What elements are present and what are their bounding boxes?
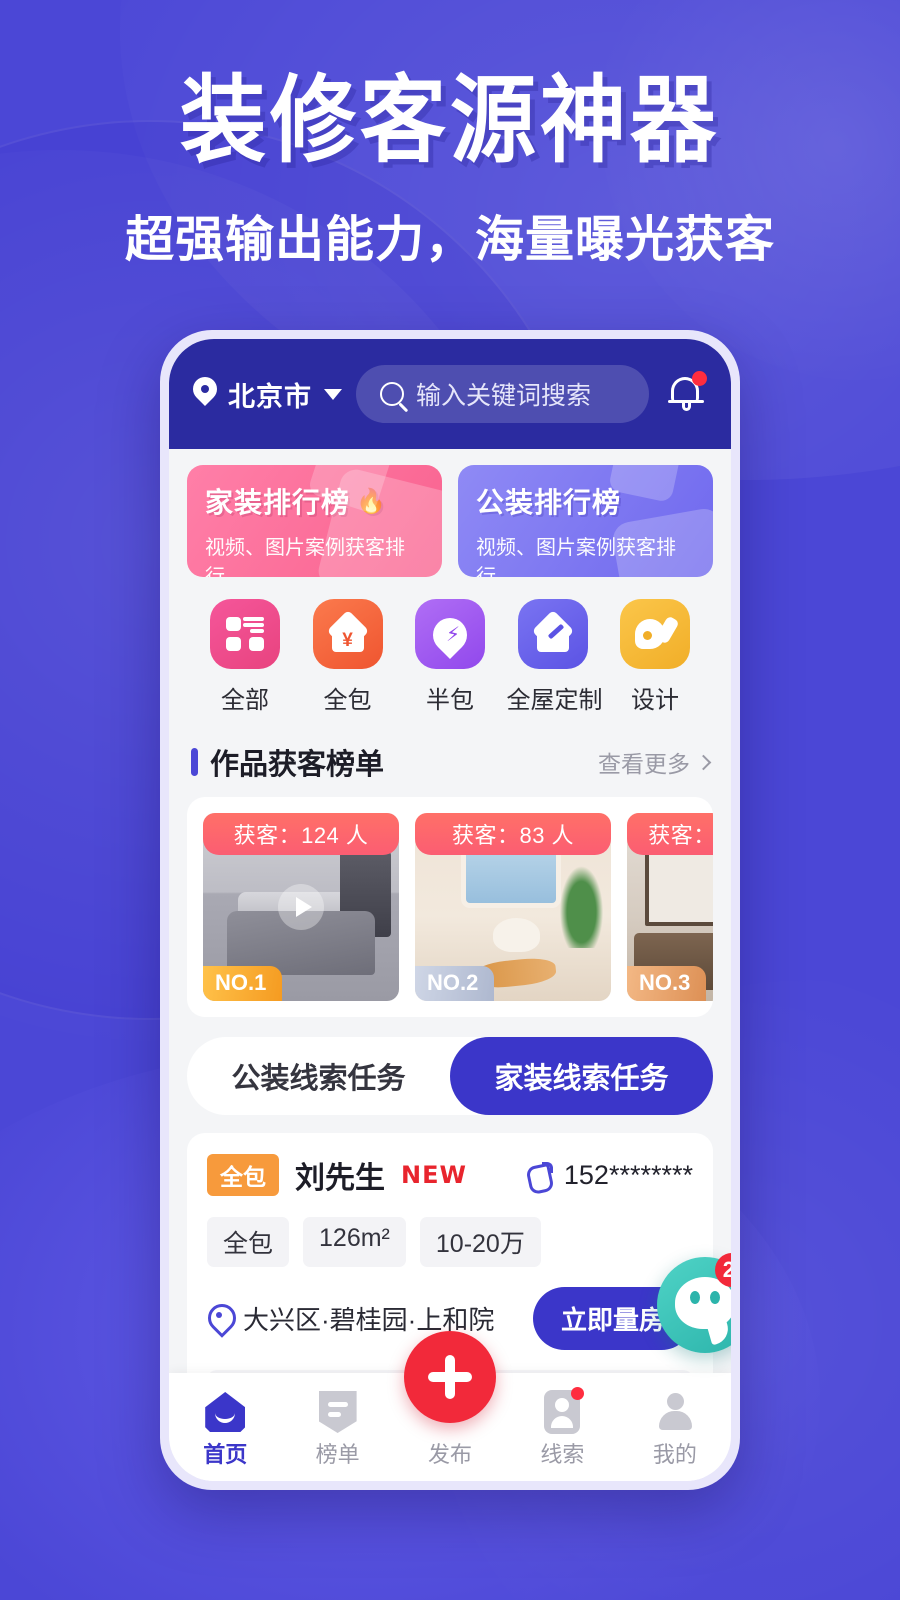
nav-label: 发布 bbox=[428, 1442, 473, 1467]
category-row: 全部 ¥ 全包 ⚡ 半包 全屋定制 设计 bbox=[169, 577, 731, 715]
rank-section-title: 作品获客榜单 bbox=[210, 749, 385, 781]
app-screen: 北京市 输入关键词搜索 家装排行榜 🔥 视频、图片案例获客排行 公装排行榜 视频… bbox=[169, 339, 731, 1481]
category-full-package[interactable]: ¥ 全包 bbox=[302, 599, 394, 715]
hero-subtitle: 超强输出能力，海量曝光获客 bbox=[124, 212, 775, 267]
location-pin-icon bbox=[207, 1304, 232, 1334]
banner-title: 公装排行榜 bbox=[476, 486, 622, 519]
rank-leads-badge: 获客： bbox=[627, 813, 713, 855]
nav-item-home[interactable]: 首页 bbox=[169, 1389, 281, 1469]
lead-phone[interactable]: 152******** bbox=[525, 1160, 693, 1191]
lead-chip: 10-20万 bbox=[419, 1217, 541, 1267]
new-badge: NEW bbox=[401, 1161, 467, 1189]
package-badge: 全包 bbox=[207, 1154, 279, 1196]
plus-icon bbox=[428, 1355, 472, 1399]
category-whole-house-custom[interactable]: 全屋定制 bbox=[506, 599, 603, 715]
rank-card[interactable]: 获客：124 人 NO.1 bbox=[203, 813, 399, 1001]
banner-subtitle: 视频、图片案例获客排行 bbox=[476, 537, 676, 577]
tab-home-leads[interactable]: 家装线索任务 bbox=[450, 1037, 713, 1115]
rank-number-badge: NO.2 bbox=[415, 966, 495, 1001]
category-label: 半包 bbox=[426, 687, 474, 714]
notification-badge-dot bbox=[692, 371, 707, 386]
app-header: 北京市 输入关键词搜索 bbox=[169, 339, 731, 449]
user-icon bbox=[656, 1391, 694, 1433]
app-content: 家装排行榜🔥 视频、图片案例获客排行 公装排行榜 视频、图片案例获客排行 全部 bbox=[169, 449, 731, 1481]
chat-bubble-icon bbox=[675, 1277, 731, 1329]
banner-row: 家装排行榜 🔥 视频、图片案例获客排行 公装排行榜 视频、图片案例获客排行 bbox=[169, 449, 731, 577]
location-selector[interactable]: 北京市 bbox=[191, 375, 342, 414]
nav-label: 我的 bbox=[652, 1442, 697, 1467]
house-pencil-icon bbox=[517, 599, 588, 669]
nav-label: 首页 bbox=[203, 1442, 248, 1467]
lead-name: 刘先生 bbox=[295, 1162, 385, 1195]
hero-title: 装修客源神器 bbox=[180, 65, 720, 176]
location-label: 北京市 bbox=[228, 381, 312, 412]
publish-fab-button[interactable] bbox=[404, 1331, 496, 1423]
lead-phone-number: 152******** bbox=[563, 1159, 693, 1190]
category-half-package[interactable]: ⚡ 半包 bbox=[404, 599, 496, 715]
banner-home-decoration-ranking[interactable]: 家装排行榜 🔥 视频、图片案例获客排行 bbox=[187, 465, 442, 577]
grid-icon bbox=[210, 599, 280, 669]
rank-number-badge: NO.1 bbox=[203, 966, 283, 1001]
search-input[interactable]: 输入关键词搜索 bbox=[356, 365, 649, 423]
lead-chip: 126m² bbox=[303, 1217, 406, 1267]
nav-item-leads[interactable]: 线索 bbox=[506, 1387, 618, 1469]
nav-item-profile[interactable]: 我的 bbox=[619, 1389, 731, 1469]
contact-card-icon bbox=[544, 1387, 585, 1434]
nav-label: 线索 bbox=[540, 1442, 585, 1467]
chevron-right-icon bbox=[695, 754, 712, 770]
rank-card[interactable]: 获客： NO.3 bbox=[627, 813, 713, 1001]
category-all[interactable]: 全部 bbox=[199, 599, 291, 715]
location-pin-icon bbox=[191, 377, 219, 411]
category-label: 设计 bbox=[631, 687, 679, 714]
search-icon bbox=[380, 382, 404, 406]
lead-card-header: 全包 刘先生 NEW 152******** bbox=[207, 1153, 693, 1197]
tab-commercial-leads[interactable]: 公装线索任务 bbox=[187, 1037, 450, 1115]
design-brush-icon bbox=[620, 599, 690, 669]
view-more-label: 查看更多 bbox=[598, 751, 690, 777]
droplet-bolt-icon: ⚡ bbox=[415, 599, 485, 669]
view-more-link[interactable]: 查看更多 bbox=[598, 745, 712, 779]
section-accent-bar bbox=[191, 748, 198, 776]
rank-leads-badge: 获客：83 人 bbox=[415, 813, 611, 855]
lead-chip: 全包 bbox=[207, 1217, 290, 1267]
lead-chip-row: 全包 126m² 10-20万 bbox=[207, 1217, 693, 1267]
banner-commercial-decoration-ranking[interactable]: 公装排行榜 视频、图片案例获客排行 bbox=[458, 465, 713, 577]
category-label: 全包 bbox=[323, 687, 372, 714]
category-label: 全部 bbox=[221, 687, 269, 714]
search-placeholder: 输入关键词搜索 bbox=[416, 382, 592, 410]
hero-section: 装修客源神器 超强输出能力，海量曝光获客 bbox=[0, 0, 900, 271]
nav-label: 榜单 bbox=[315, 1442, 360, 1467]
rank-leads-badge: 获客：124 人 bbox=[203, 813, 399, 855]
leads-badge-dot bbox=[571, 1387, 585, 1400]
notification-button[interactable] bbox=[663, 371, 709, 417]
chevron-down-icon bbox=[324, 388, 342, 400]
rank-number-badge: NO.3 bbox=[627, 966, 707, 1001]
rank-card[interactable]: 获客：83 人 NO.2 bbox=[415, 813, 611, 1001]
category-label: 全屋定制 bbox=[506, 687, 603, 714]
category-design[interactable]: 设计 bbox=[609, 599, 701, 715]
rank-section-header: 作品获客榜单 查看更多 bbox=[169, 715, 731, 783]
play-icon[interactable] bbox=[278, 884, 324, 930]
rank-card-list: 获客：124 人 NO.1 获客：83 人 NO.2 获客： NO.3 bbox=[187, 797, 713, 1017]
ranking-icon bbox=[318, 1391, 357, 1433]
house-yuan-icon: ¥ bbox=[312, 599, 383, 669]
phone-icon bbox=[525, 1161, 553, 1189]
phone-mockup: 北京市 输入关键词搜索 家装排行榜 🔥 视频、图片案例获客排行 公装排行榜 视频… bbox=[160, 330, 740, 1490]
nav-item-ranking[interactable]: 榜单 bbox=[281, 1389, 393, 1469]
home-icon bbox=[205, 1392, 246, 1432]
task-tab-group: 公装线索任务 家装线索任务 bbox=[187, 1037, 713, 1115]
banner-subtitle: 视频、图片案例获客排行 bbox=[205, 537, 405, 577]
